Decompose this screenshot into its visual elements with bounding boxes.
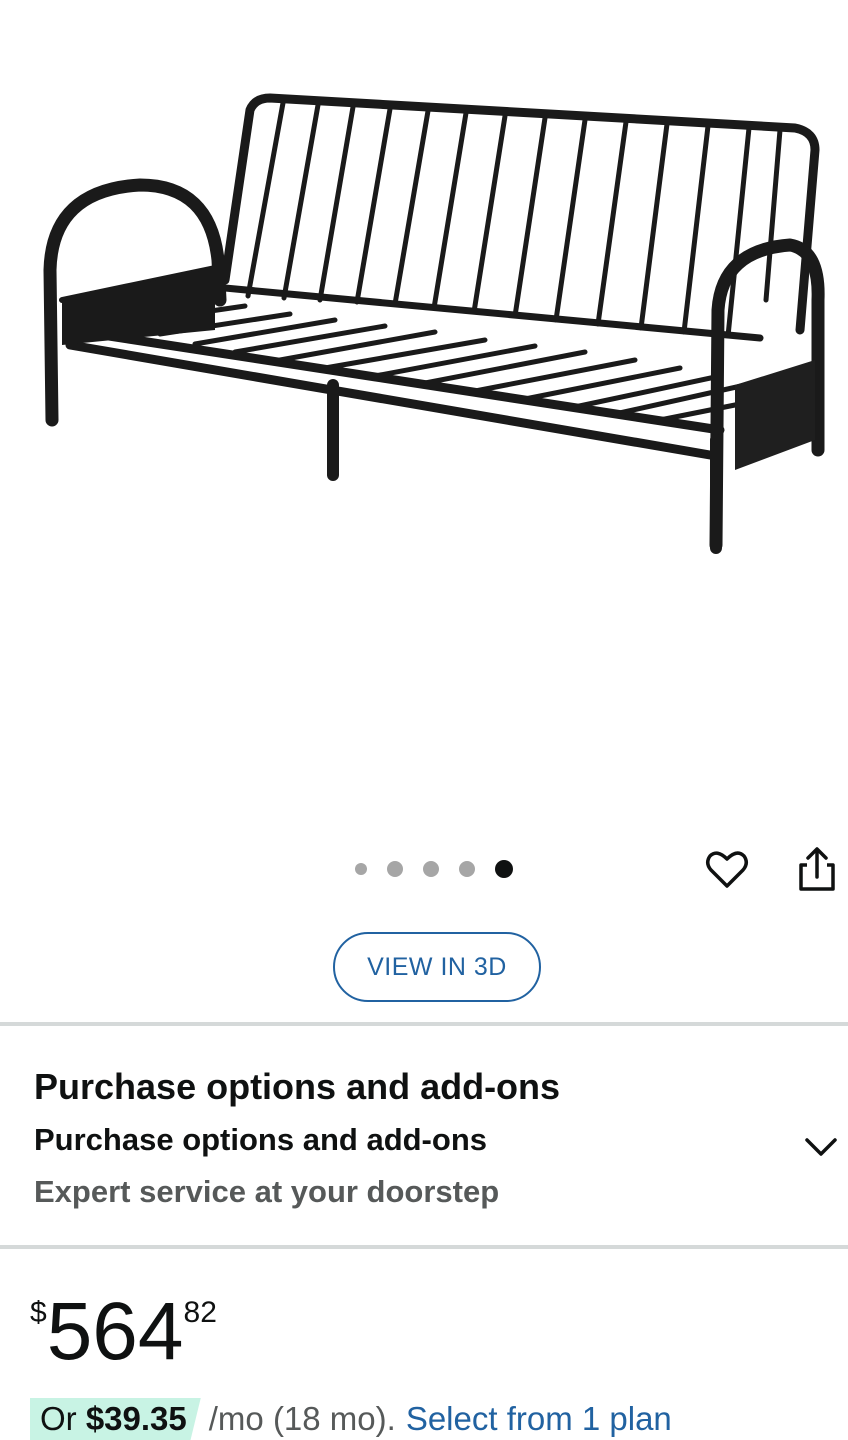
finance-term: /mo (18 mo). [208, 1400, 396, 1437]
carousel-dot-5-active[interactable] [495, 860, 513, 878]
carousel-dot-2[interactable] [387, 861, 403, 877]
heart-icon [706, 851, 748, 888]
futon-frame-image [43, 93, 825, 554]
image-carousel-indicator[interactable] [355, 858, 513, 880]
view-in-3d-button[interactable]: VIEW IN 3D [333, 932, 541, 1002]
finance-prefix: Or [40, 1400, 86, 1437]
purchase-options-section[interactable]: Purchase options and add-ons Purchase op… [0, 1026, 848, 1245]
purchase-options-title: Purchase options and add-ons [34, 1066, 561, 1107]
price-whole: 564 [46, 1286, 184, 1377]
financing-offer: Or $39.35 /mo (18 mo). Select from 1 pla… [30, 1398, 672, 1440]
product-price: $ 564 82 [30, 1290, 217, 1374]
price-fraction: 82 [183, 1296, 217, 1329]
share-icon [799, 847, 835, 891]
carousel-dot-1[interactable] [355, 863, 367, 875]
share-button[interactable] [790, 842, 844, 896]
purchase-options-subtitle: Purchase options and add-ons [34, 1122, 487, 1157]
favorite-button[interactable] [700, 842, 754, 896]
expert-service-note: Expert service at your doorstep [34, 1174, 500, 1209]
monthly-payment-badge: Or $39.35 [30, 1398, 201, 1440]
monthly-amount: $39.35 [85, 1400, 187, 1437]
carousel-dot-4[interactable] [459, 861, 475, 877]
product-image[interactable] [0, 0, 848, 830]
chevron-down-icon[interactable] [800, 1126, 842, 1168]
carousel-dot-3[interactable] [423, 861, 439, 877]
section-divider [0, 1245, 848, 1249]
price-currency-symbol: $ [30, 1296, 47, 1329]
select-plan-link[interactable]: Select from 1 plan [406, 1400, 672, 1438]
